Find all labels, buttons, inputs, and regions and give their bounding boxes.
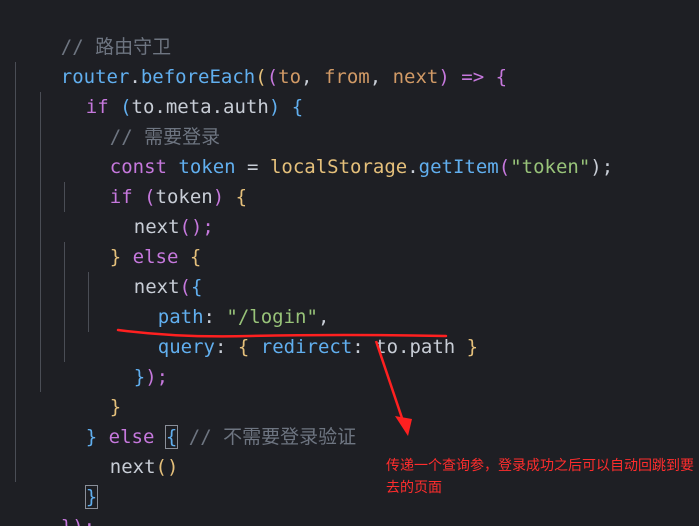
brace: { [237, 336, 250, 358]
punctuation: : [352, 336, 376, 358]
function-call: next [109, 456, 156, 478]
punctuation: , [301, 66, 324, 88]
code-line-5: const token = localStorage.getItem("toke… [64, 122, 613, 178]
punctuation: () [155, 456, 179, 478]
punctuation: ( [498, 156, 511, 178]
comment: // 不需要登录验证 [177, 426, 357, 448]
code-line-14: } else { // 不需要登录验证 [40, 392, 356, 449]
code-line-12: }); [88, 332, 168, 388]
code-line-13: } [64, 362, 121, 418]
string: "token" [510, 156, 591, 178]
punctuation: ) [438, 66, 450, 88]
code-line-2: router.beforeEach((to, from, next) => { [15, 32, 507, 88]
code-line-3: if (to.meta.auth) { [40, 62, 303, 118]
annotation-note: 传递一个查询参，登录成功之后可以自动回跳到要去的页面 [386, 458, 694, 496]
code-line-15: next() [64, 422, 179, 478]
code-line-11: query: { redirect: to.path } [112, 302, 478, 358]
code-line-1: // 路由守卫 [15, 2, 171, 58]
brace: } [133, 366, 146, 388]
code-editor-screenshot: // 路由守卫 router.beforeEach((to, from, nex… [0, 0, 699, 526]
punctuation: ); [145, 366, 169, 388]
code-line-10: path: "/login", [112, 272, 330, 328]
expression: to.path [375, 336, 456, 358]
code-line-8: } else { [64, 212, 202, 268]
code-line-7: next(); [88, 182, 214, 238]
brace: { [291, 96, 304, 118]
arrow: => [449, 66, 496, 88]
code-line-4: // 需要登录 [64, 92, 220, 148]
punctuation: . [407, 156, 419, 178]
identifier: localStorage [269, 156, 408, 178]
brace: } [455, 336, 479, 358]
code-line-17: }); [15, 482, 95, 526]
punctuation: ) [268, 96, 292, 118]
punctuation: ) [212, 186, 236, 208]
brace: { [495, 66, 508, 88]
method-name: getItem [418, 156, 499, 178]
code-line-9: next({ [88, 242, 203, 298]
object-key: redirect [249, 336, 353, 358]
param: from [323, 66, 370, 88]
punctuation: , [369, 66, 393, 88]
punctuation: }); [61, 516, 95, 526]
punctuation: : [214, 336, 238, 358]
indent-guide-1 [15, 62, 16, 482]
param: next [392, 66, 439, 88]
punctuation: ); [590, 156, 614, 178]
red-arrow-head [395, 416, 412, 436]
brace: { [235, 186, 248, 208]
code-line-6: if (token) { [64, 152, 247, 208]
code-line-16: } [40, 452, 99, 509]
